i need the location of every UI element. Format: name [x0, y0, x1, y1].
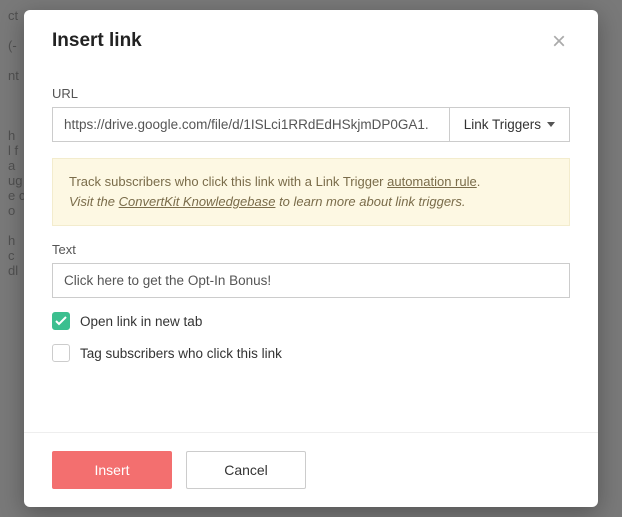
modal-footer: Insert Cancel: [24, 432, 598, 507]
info-text-1b: .: [477, 174, 481, 189]
info-text-2b: to learn more about link triggers.: [275, 194, 465, 209]
modal-body: URL Link Triggers Track subscribers who …: [24, 66, 598, 432]
link-triggers-label: Link Triggers: [464, 117, 541, 132]
tag-subscribers-row: Tag subscribers who click this link: [52, 344, 570, 362]
info-text-1a: Track subscribers who click this link wi…: [69, 174, 387, 189]
insert-link-modal: Insert link × URL Link Triggers Track su…: [24, 10, 598, 507]
link-triggers-dropdown[interactable]: Link Triggers: [450, 107, 570, 142]
cancel-button[interactable]: Cancel: [186, 451, 306, 489]
url-row: Link Triggers: [52, 107, 570, 142]
tag-subscribers-checkbox[interactable]: [52, 344, 70, 362]
open-new-tab-label: Open link in new tab: [80, 314, 202, 329]
modal-header: Insert link ×: [24, 10, 598, 66]
url-input[interactable]: [52, 107, 450, 142]
check-icon: [55, 316, 67, 326]
close-button[interactable]: ×: [548, 30, 570, 54]
chevron-down-icon: [547, 122, 555, 127]
open-new-tab-row: Open link in new tab: [52, 312, 570, 330]
url-label: URL: [52, 86, 570, 101]
tag-subscribers-label: Tag subscribers who click this link: [80, 346, 282, 361]
automation-rule-link[interactable]: automation rule: [387, 174, 477, 189]
info-box: Track subscribers who click this link wi…: [52, 158, 570, 226]
modal-title: Insert link: [52, 30, 142, 52]
open-new-tab-checkbox[interactable]: [52, 312, 70, 330]
text-label: Text: [52, 242, 570, 257]
info-text-2a: Visit the: [69, 194, 119, 209]
close-icon: ×: [552, 28, 566, 55]
knowledgebase-link[interactable]: ConvertKit Knowledgebase: [119, 194, 276, 209]
text-input[interactable]: [52, 263, 570, 298]
insert-button[interactable]: Insert: [52, 451, 172, 489]
